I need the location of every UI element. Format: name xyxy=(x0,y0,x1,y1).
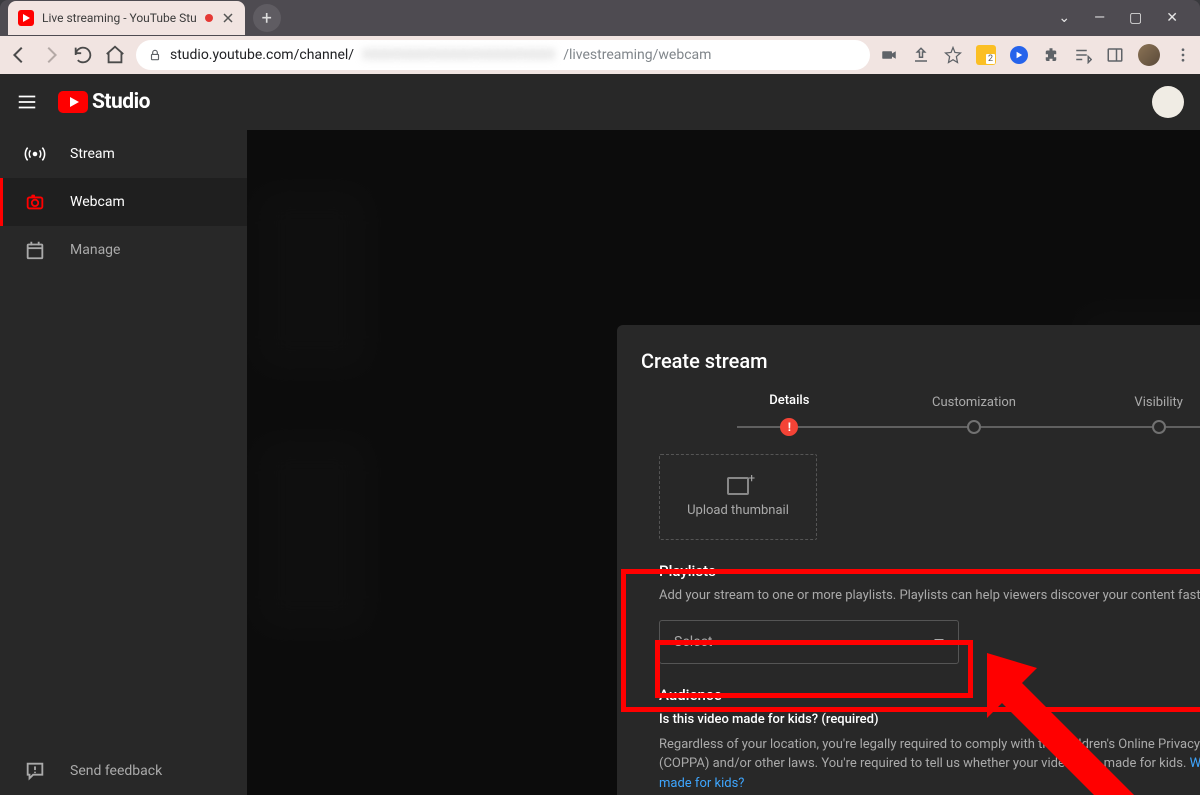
sidebar-item-manage[interactable]: Manage xyxy=(0,226,247,274)
back-button[interactable] xyxy=(8,44,30,66)
sidebar-item-webcam[interactable]: Webcam xyxy=(0,178,247,226)
share-icon[interactable] xyxy=(912,46,930,64)
youtube-favicon xyxy=(18,10,34,26)
url-path: /livestreaming/webcam xyxy=(563,47,711,63)
audience-section: Audience Is this video made for kids? (r… xyxy=(659,686,1200,794)
recording-dot-icon xyxy=(205,14,213,22)
browser-tab[interactable]: Live streaming - YouTube Stu xyxy=(8,1,245,35)
star-icon[interactable] xyxy=(944,46,962,64)
camera-icon[interactable] xyxy=(880,46,898,64)
kebab-menu-icon[interactable] xyxy=(1174,46,1192,64)
dialog-title: Create stream xyxy=(617,325,1200,393)
sidebar-item-feedback[interactable]: Send feedback xyxy=(0,747,247,795)
studio-wordmark: Studio xyxy=(92,90,150,114)
youtube-studio-logo[interactable]: Studio xyxy=(58,90,150,114)
url-channel-id: XXXXXXXXXXXXXXXXXXXXXX xyxy=(362,47,555,63)
step-customization[interactable]: Customization xyxy=(882,395,1067,434)
playlist-select[interactable]: Select xyxy=(659,620,959,664)
sidebar-label: Webcam xyxy=(70,194,125,210)
stream-icon xyxy=(24,143,46,165)
extension-yellow-icon[interactable]: 2 xyxy=(976,45,996,65)
address-bar[interactable]: studio.youtube.com/channel/ XXXXXXXXXXXX… xyxy=(136,40,870,70)
step-details[interactable]: Details ! xyxy=(697,393,882,436)
create-stream-dialog: Create stream Details ! Customization Vi xyxy=(617,325,1200,795)
reload-button[interactable] xyxy=(72,44,94,66)
main-area: Create stream Details ! Customization Vi xyxy=(247,130,1200,795)
upload-thumbnail-button[interactable]: Upload thumbnail xyxy=(659,454,817,540)
app-header: Studio xyxy=(0,74,1200,130)
hamburger-icon[interactable] xyxy=(16,91,38,113)
maximize-icon[interactable]: ▢ xyxy=(1129,10,1142,26)
new-tab-button[interactable]: + xyxy=(253,4,281,32)
audience-question: Is this video made for kids? (required) xyxy=(659,712,1200,727)
playlists-section: Playlists Add your stream to one or more… xyxy=(659,562,1200,664)
close-icon[interactable]: ✕ xyxy=(1166,10,1178,26)
tab-close-icon[interactable] xyxy=(221,11,235,25)
browser-toolbar: studio.youtube.com/channel/ XXXXXXXXXXXX… xyxy=(0,36,1200,74)
image-add-icon xyxy=(727,477,749,495)
sidebar-label: Manage xyxy=(70,242,120,258)
forward-button[interactable] xyxy=(40,44,62,66)
step-circle-icon xyxy=(967,420,981,434)
url-host: studio.youtube.com/channel/ xyxy=(170,47,354,63)
profile-avatar-icon[interactable] xyxy=(1138,44,1160,66)
step-circle-icon xyxy=(1152,420,1166,434)
minimize-icon[interactable]: — xyxy=(1094,10,1105,26)
sidebar-item-stream[interactable]: Stream xyxy=(0,130,247,178)
home-button[interactable] xyxy=(104,44,126,66)
extensions-icon[interactable] xyxy=(1042,46,1060,64)
manage-icon xyxy=(24,239,46,261)
select-value: Select xyxy=(674,634,712,650)
section-title: Audience xyxy=(659,686,1200,704)
feedback-icon xyxy=(24,760,46,782)
extension-blue-icon[interactable] xyxy=(1010,46,1028,64)
caret-down-icon xyxy=(934,639,944,644)
sidebar: Stream Webcam Manage Send feedback xyxy=(0,130,247,795)
tab-title: Live streaming - YouTube Stu xyxy=(42,11,197,25)
sidebar-label: Send feedback xyxy=(70,763,162,779)
channel-avatar[interactable] xyxy=(1152,86,1184,118)
lock-icon xyxy=(148,48,162,62)
sidepanel-icon[interactable] xyxy=(1106,46,1124,64)
webcam-icon xyxy=(24,191,46,213)
section-description: Regardless of your location, you're lega… xyxy=(659,735,1200,794)
dialog-body[interactable]: Upload thumbnail Playlists Add your stre… xyxy=(617,436,1200,795)
stepper: Details ! Customization Visibility xyxy=(617,393,1200,436)
browser-tabstrip: Live streaming - YouTube Stu + ⌄ — ▢ ✕ xyxy=(0,0,1200,36)
youtube-play-icon xyxy=(58,91,88,113)
section-title: Playlists xyxy=(659,562,1200,580)
step-active-icon: ! xyxy=(780,418,798,436)
sidebar-label: Stream xyxy=(70,146,115,162)
section-description: Add your stream to one or more playlists… xyxy=(659,586,1200,606)
chevron-down-icon[interactable]: ⌄ xyxy=(1058,10,1070,26)
window-controls: ⌄ — ▢ ✕ xyxy=(1058,10,1192,26)
toolbar-right: 2 xyxy=(880,44,1192,66)
step-visibility[interactable]: Visibility xyxy=(1066,395,1200,434)
playlist-icon[interactable] xyxy=(1074,46,1092,64)
